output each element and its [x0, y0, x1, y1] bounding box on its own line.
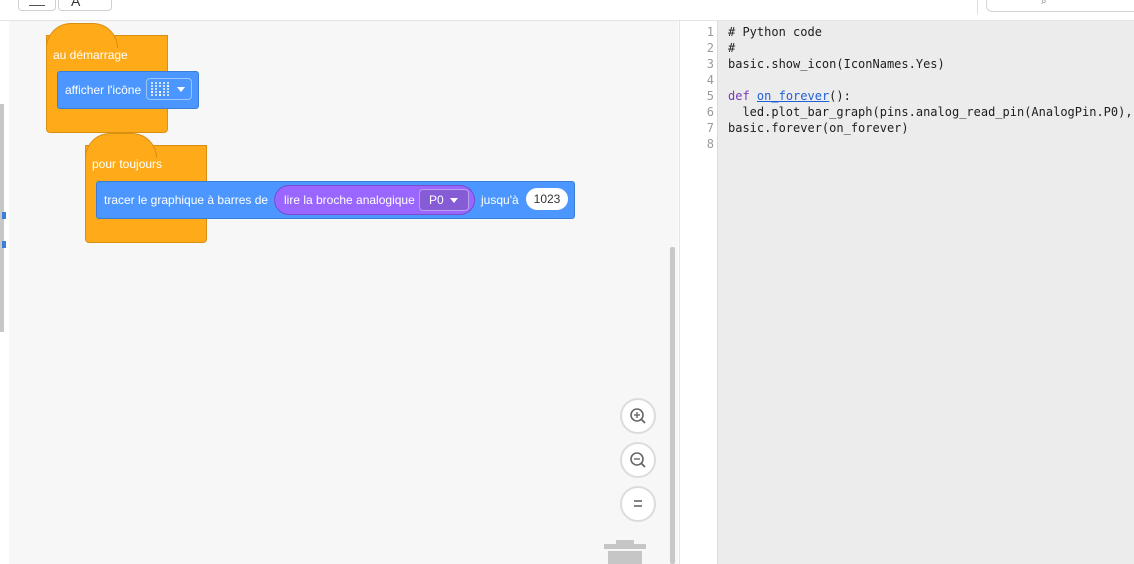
text-style-icon: A — [71, 0, 81, 9]
def-keyword: def — [728, 89, 750, 103]
search-box[interactable]: ⌕ — [986, 0, 1134, 12]
zoom-out-button[interactable] — [620, 442, 656, 478]
rail-marker-top — [2, 212, 6, 219]
show-icon-block[interactable]: afficher l'icône — [57, 71, 199, 109]
max-value-input[interactable]: 1023 — [526, 188, 568, 210]
toolbar-divider — [977, 0, 978, 14]
forever-label: pour toujours — [92, 157, 163, 171]
python-code-editor[interactable]: # Python code # basic.show_icon(IconName… — [717, 21, 1134, 564]
workspace-scrollbar[interactable] — [670, 247, 675, 564]
toolbar-text-button[interactable]: A — [58, 0, 112, 11]
reset-zoom-icon — [634, 500, 642, 507]
code-line: # — [728, 41, 736, 55]
rail-marker-bottom — [2, 241, 6, 248]
line-number: 3 — [706, 57, 714, 71]
line-number: 6 — [706, 105, 714, 119]
trash-icon[interactable] — [604, 540, 646, 564]
code-line-def: def on_forever(): — [728, 89, 851, 103]
reset-zoom-button[interactable] — [620, 486, 656, 522]
pin-dropdown[interactable]: P0 — [419, 189, 469, 211]
top-toolbar: A ⌕ — [0, 0, 1134, 21]
analog-read-label: lire la broche analogique — [284, 193, 415, 207]
zoom-in-button[interactable] — [620, 398, 656, 434]
yes-icon — [151, 82, 169, 96]
function-name: on_forever — [756, 89, 830, 103]
line-number: 2 — [706, 41, 714, 55]
plot-bar-graph-label: tracer le graphique à barres de — [104, 193, 269, 207]
toolbar-underline-button[interactable] — [18, 0, 56, 11]
code-line: basic.forever(on_forever) — [728, 121, 909, 135]
line-number: 8 — [706, 137, 714, 151]
line-number-gutter: 1 2 3 4 5 6 7 8 — [679, 21, 718, 564]
on-start-label: au démarrage — [53, 48, 128, 62]
line-number: 1 — [706, 25, 714, 39]
def-signature: (): — [829, 89, 851, 103]
code-line: led.plot_bar_graph(pins.analog_read_pin(… — [728, 105, 1134, 119]
up-to-label: jusqu'à — [481, 193, 519, 207]
analog-read-block[interactable]: lire la broche analogique P0 — [274, 185, 475, 215]
code-line: basic.show_icon(IconNames.Yes) — [728, 57, 945, 71]
plot-bar-graph-block[interactable]: tracer le graphique à barres de lire la … — [96, 181, 575, 219]
hat-cap — [46, 23, 118, 48]
chevron-down-icon — [177, 87, 185, 92]
chevron-down-icon — [450, 198, 458, 203]
search-icon: ⌕ — [1041, 0, 1047, 7]
icon-dropdown[interactable] — [146, 78, 192, 100]
underline-icon — [29, 5, 45, 6]
pin-dropdown-value: P0 — [429, 193, 444, 207]
line-number: 5 — [706, 89, 714, 103]
code-line: # Python code — [728, 25, 822, 39]
zoom-out-icon — [630, 452, 646, 468]
line-number: 4 — [706, 73, 714, 87]
zoom-in-icon — [630, 408, 646, 424]
hat-cap — [85, 133, 157, 158]
show-icon-label: afficher l'icône — [65, 83, 142, 97]
line-number: 7 — [706, 121, 714, 135]
